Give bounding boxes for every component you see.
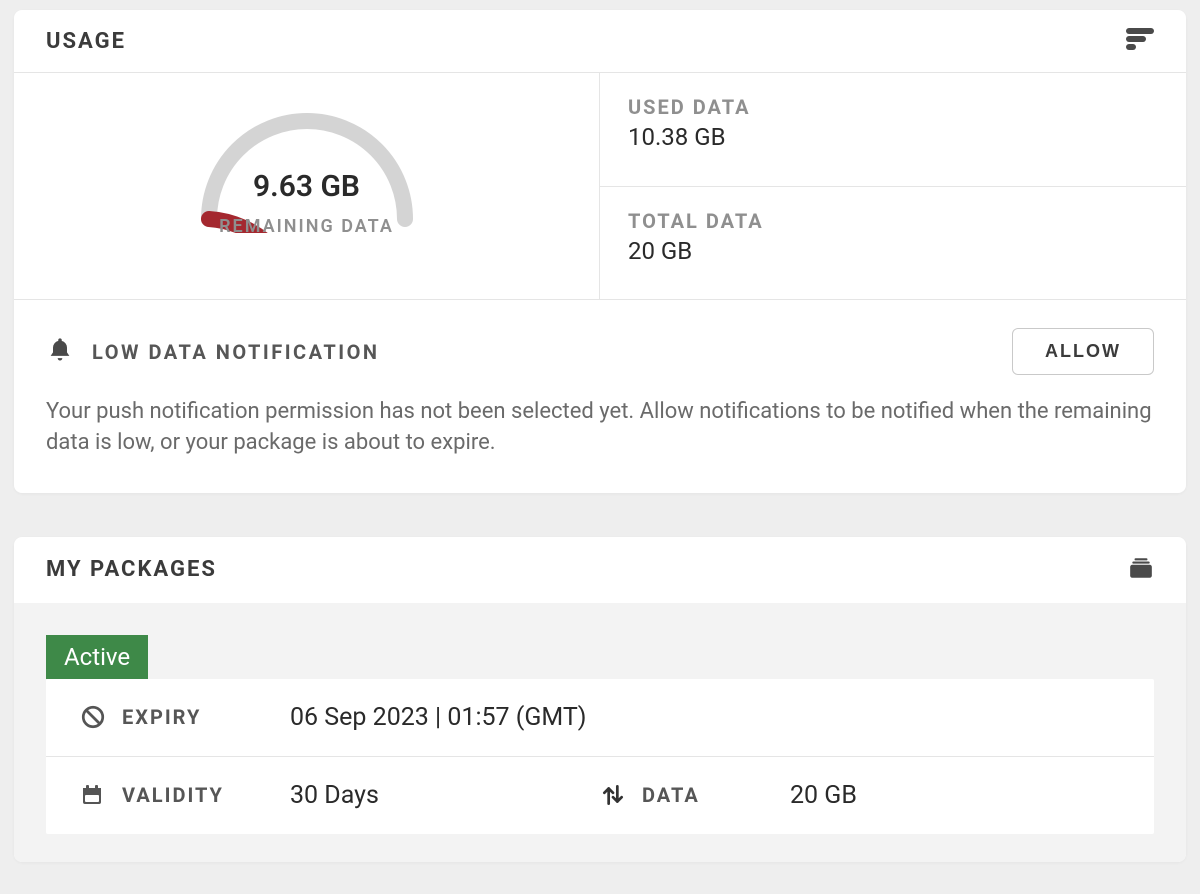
used-data-cell: USED DATA 10.38 GB [600, 73, 1186, 186]
gauge-column: 9.63 GB REMAINING DATA [14, 73, 600, 299]
stack-icon[interactable] [1128, 555, 1154, 585]
status-badge: Active [46, 635, 148, 679]
data-gauge: 9.63 GB REMAINING DATA [197, 103, 417, 253]
notification-description: Your push notification permission has no… [46, 397, 1154, 459]
validity-value: 30 Days [290, 781, 600, 810]
data-transfer-icon [600, 782, 628, 808]
packages-header: MY PACKAGES [14, 537, 1186, 603]
block-icon [80, 704, 108, 730]
used-data-value: 10.38 GB [628, 123, 1158, 151]
notification-section: LOW DATA NOTIFICATION ALLOW Your push no… [14, 299, 1186, 493]
usage-card: USAGE 9.63 GB REMAINING DATA [14, 10, 1186, 493]
remaining-data-label: REMAINING DATA [197, 216, 417, 237]
notification-title: LOW DATA NOTIFICATION [92, 340, 380, 364]
data-value: 20 GB [790, 781, 990, 810]
validity-row: VALIDITY 30 Days DATA 20 GB [46, 756, 1154, 834]
total-data-cell: TOTAL DATA 20 GB [600, 186, 1186, 300]
packages-title: MY PACKAGES [46, 557, 217, 582]
expiry-label: EXPIRY [122, 705, 201, 729]
usage-title: USAGE [46, 29, 126, 54]
expiry-row: EXPIRY 06 Sep 2023 | 01:57 (GMT) [46, 679, 1154, 756]
data-label: DATA [642, 783, 700, 807]
calendar-icon [80, 783, 108, 807]
bar-chart-icon[interactable] [1126, 28, 1154, 54]
usage-body: 9.63 GB REMAINING DATA USED DATA 10.38 G… [14, 73, 1186, 299]
usage-header: USAGE [14, 10, 1186, 73]
total-data-value: 20 GB [628, 237, 1158, 265]
used-data-label: USED DATA [628, 95, 1158, 119]
expiry-value: 06 Sep 2023 | 01:57 (GMT) [290, 703, 1120, 732]
bell-icon [46, 336, 74, 368]
total-data-label: TOTAL DATA [628, 209, 1158, 233]
remaining-data-value: 9.63 GB [197, 169, 417, 204]
package-details: EXPIRY 06 Sep 2023 | 01:57 (GMT) [46, 679, 1154, 834]
stats-column: USED DATA 10.38 GB TOTAL DATA 20 GB [600, 73, 1186, 299]
packages-card: MY PACKAGES Active EXPIRY [14, 537, 1186, 862]
allow-button[interactable]: ALLOW [1012, 328, 1154, 375]
packages-body: Active EXPIRY 06 Sep 2023 | 01:57 (GMT) [14, 603, 1186, 862]
validity-label: VALIDITY [122, 783, 224, 807]
